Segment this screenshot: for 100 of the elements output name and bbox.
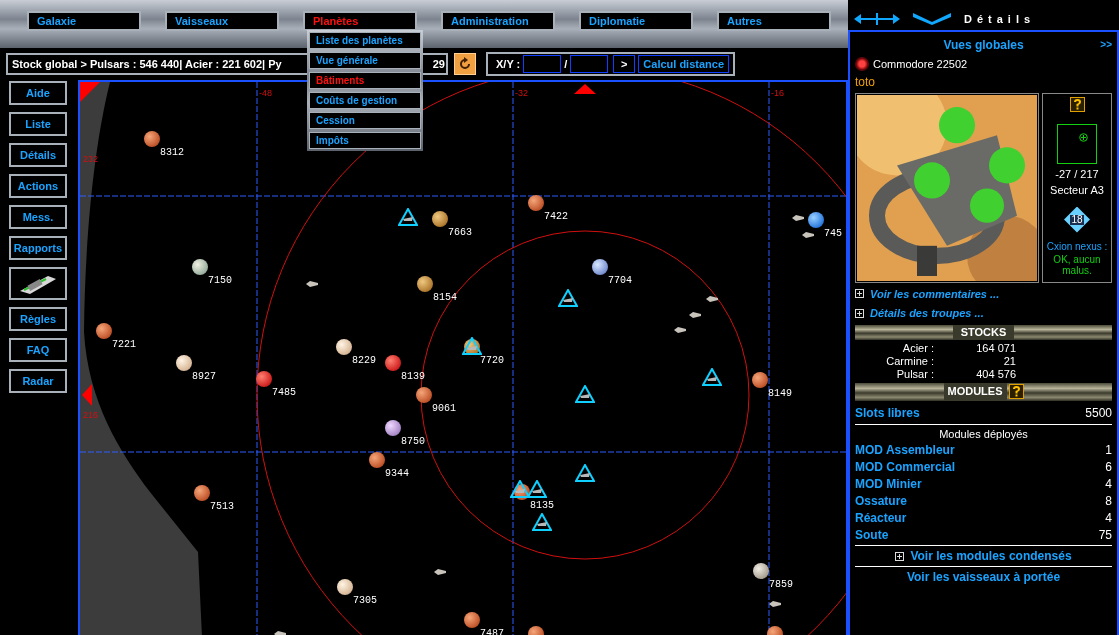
dropdown-item[interactable]: Coûts de gestion (309, 92, 421, 109)
ship-icon[interactable] (305, 280, 319, 288)
planet-icon[interactable] (417, 276, 433, 292)
stock-value: 404 576 (975, 367, 1016, 381)
planet-icon[interactable] (192, 259, 208, 275)
planet-label: 7485 (272, 388, 296, 398)
section-link[interactable]: Détails des troupes ... (870, 305, 984, 322)
sidebar-button[interactable]: Aide (9, 81, 67, 105)
minimap[interactable] (1057, 123, 1097, 164)
module-count: 6 (1105, 459, 1112, 476)
sidebar-button[interactable]: Détails (9, 143, 67, 167)
planet-icon[interactable] (256, 371, 272, 387)
menu-tab[interactable]: Vaisseaux (165, 11, 279, 31)
fleet-marker-icon[interactable] (510, 480, 530, 498)
planet-label: 8927 (192, 372, 216, 382)
planet-icon[interactable] (144, 131, 160, 147)
fleet-marker-icon[interactable] (575, 464, 595, 482)
x-coordinate-field[interactable] (523, 55, 562, 73)
planet-icon[interactable] (432, 211, 448, 227)
grid-coordinate: -32 (515, 89, 528, 98)
sidebar-button[interactable]: Règles (9, 307, 67, 331)
planet-icon[interactable] (753, 563, 769, 579)
move-icon[interactable] (854, 12, 900, 26)
corner-marker-icon[interactable] (80, 82, 100, 102)
fleet-marker-icon[interactable] (558, 289, 578, 307)
stock-summary-end: 29 (432, 56, 445, 72)
ship-icon[interactable] (801, 231, 815, 239)
module-count: 75 (1098, 527, 1112, 544)
fleet-marker-icon[interactable] (532, 513, 552, 531)
ship-icon[interactable] (705, 295, 719, 303)
sidebar-button[interactable]: Liste (9, 112, 67, 136)
scroll-up-icon[interactable] (574, 84, 596, 94)
dropdown-item[interactable]: Bâtiments (309, 72, 421, 89)
help-icon[interactable] (1008, 384, 1024, 399)
dropdown-item[interactable]: Impôts (309, 132, 421, 149)
module-name: MOD Minier (855, 476, 922, 493)
distance-button[interactable]: Calcul distance (638, 55, 730, 73)
planet-label: 8229 (352, 356, 376, 366)
module-count: 1 (1105, 442, 1112, 459)
planet-label: 745 (824, 229, 842, 239)
ship-icon[interactable] (433, 568, 447, 576)
dropdown-item[interactable]: Vue générale (309, 52, 421, 69)
planet-label: 8135 (530, 501, 554, 511)
expand-link[interactable]: >> (1100, 37, 1112, 52)
fleet-marker-icon[interactable] (575, 385, 595, 403)
range-badge[interactable]: 18 (1064, 206, 1090, 233)
planet-icon[interactable] (592, 259, 608, 275)
dropdown-item[interactable]: Liste des planètes (309, 32, 421, 49)
sidebar-button[interactable]: Mess. (9, 205, 67, 229)
section-header-title: STOCKS (952, 324, 1015, 340)
menu-tab[interactable]: Planètes (303, 11, 417, 31)
planet-icon[interactable] (464, 612, 480, 628)
scroll-left-icon[interactable] (82, 384, 92, 406)
section-link[interactable]: Voir les commentaires ... (870, 285, 1000, 302)
planet-icon[interactable] (808, 212, 824, 228)
planet-icon[interactable] (752, 372, 768, 388)
fleet-marker-icon[interactable] (702, 368, 722, 386)
expand-icon[interactable] (895, 551, 905, 561)
sidebar-button[interactable]: Actions (9, 174, 67, 198)
expand-icon[interactable] (855, 289, 864, 299)
fleet-marker-icon[interactable] (527, 480, 547, 498)
menu-tab[interactable]: Galaxie (27, 11, 141, 31)
panel-title: Détails (964, 11, 1036, 27)
planet-icon[interactable] (336, 339, 352, 355)
help-icon[interactable] (1069, 96, 1085, 112)
y-coordinate-field[interactable] (570, 55, 609, 73)
expand-icon[interactable] (855, 308, 864, 318)
planet-icon[interactable] (337, 579, 353, 595)
sidebar-button[interactable]: Rapports (9, 236, 67, 260)
ship-view-button[interactable] (9, 267, 67, 300)
ship-icon[interactable] (688, 311, 702, 319)
ship-icon[interactable] (791, 214, 805, 222)
rank-icon (855, 57, 869, 72)
planet-icon[interactable] (369, 452, 385, 468)
condensed-modules-link[interactable]: Voir les modules condensés (910, 547, 1072, 565)
planet-icon[interactable] (385, 355, 401, 371)
ship-icon[interactable] (673, 326, 687, 334)
fleet-marker-icon[interactable] (398, 208, 418, 226)
refresh-button[interactable] (454, 53, 476, 75)
stock-label: Pulsar : (895, 367, 934, 381)
menu-tab[interactable]: Administration (441, 11, 555, 31)
planet-icon[interactable] (176, 355, 192, 371)
ships-in-range-link[interactable]: Voir les vaisseaux à portée (906, 568, 1061, 586)
planet-icon[interactable] (528, 195, 544, 211)
chevron-down-icon[interactable] (912, 12, 952, 26)
planet-icon[interactable] (385, 420, 401, 436)
planet-icon[interactable] (96, 323, 112, 339)
coordinate-separator: / (564, 56, 568, 72)
planet-label: 7305 (353, 596, 377, 606)
sidebar-button[interactable]: FAQ (9, 338, 67, 362)
dropdown-item[interactable]: Cession (309, 112, 421, 129)
go-button[interactable]: > (613, 55, 636, 73)
menu-tab[interactable]: Diplomatie (579, 11, 693, 31)
ship-icon[interactable] (768, 600, 782, 608)
module-count: 4 (1105, 510, 1112, 527)
menu-tab[interactable]: Autres (717, 11, 831, 31)
sidebar-button[interactable]: Radar (9, 369, 67, 393)
module-name: MOD Commercial (855, 459, 956, 476)
planet-icon[interactable] (194, 485, 210, 501)
planet-icon[interactable] (416, 387, 432, 403)
